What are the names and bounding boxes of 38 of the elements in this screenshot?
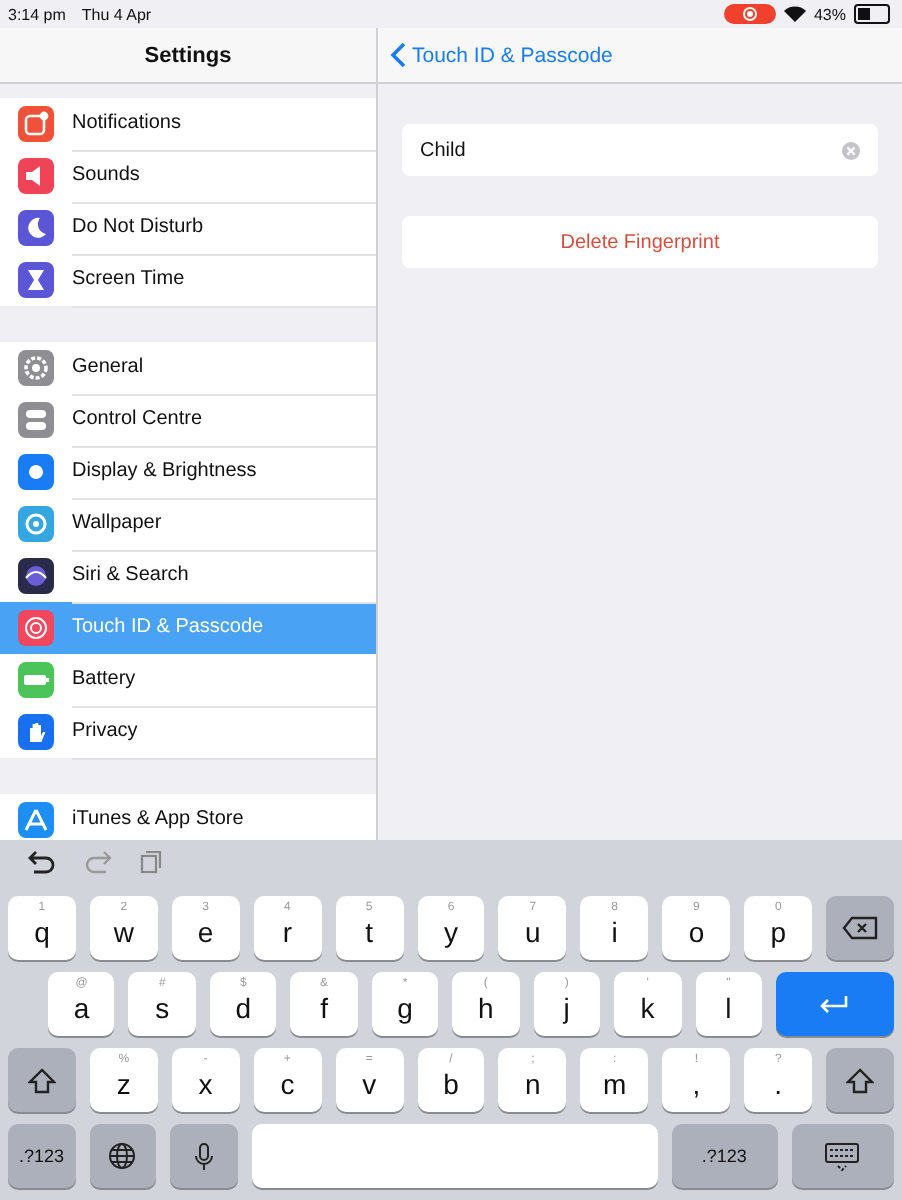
settings-item[interactable]: Notifications [0, 98, 376, 150]
keyboard-icon [824, 1141, 861, 1171]
settings-item[interactable]: Battery [0, 654, 376, 706]
shift-key[interactable] [826, 1048, 894, 1112]
delete-key[interactable] [826, 896, 894, 960]
hide-keyboard-key[interactable] [791, 1124, 894, 1188]
microphone-icon [193, 1141, 214, 1171]
settings-item[interactable]: Control Centre [0, 394, 376, 446]
symbols-key[interactable]: .?123 [671, 1124, 778, 1188]
shift-icon [846, 1067, 875, 1093]
delete-icon [842, 916, 879, 940]
shift-icon [27, 1067, 56, 1093]
return-key[interactable] [775, 972, 894, 1036]
settings-item[interactable]: Privacy [0, 706, 376, 758]
chevron-left-icon [390, 42, 406, 68]
globe-key[interactable] [89, 1124, 156, 1188]
battery-icon [854, 4, 890, 24]
status-time: 3:14 pm [8, 5, 66, 23]
symbols-key[interactable]: .?123 [8, 1124, 75, 1188]
sidebar-title: Settings [144, 43, 232, 67]
settings-item[interactable]: Display & Brightness [0, 446, 376, 498]
settings-item[interactable]: Do Not Disturb [0, 202, 376, 254]
settings-item[interactable]: Screen Time [0, 254, 376, 306]
microphone-key[interactable] [170, 1124, 237, 1188]
name-field[interactable]: Child [402, 124, 878, 176]
shift-key[interactable] [8, 1048, 76, 1112]
battery-percent: 43% [813, 5, 846, 23]
settings-item[interactable]: General [0, 342, 376, 394]
clear-icon [842, 141, 860, 159]
settings-item[interactable]: Sounds [0, 150, 376, 202]
globe-icon [108, 1142, 137, 1170]
wifi-icon [783, 6, 806, 22]
settings-item[interactable]: Wallpaper [0, 498, 376, 550]
delete-fingerprint-button[interactable]: Delete Fingerprint [402, 216, 878, 268]
back-button[interactable]: Touch ID & Passcode [390, 42, 613, 68]
status-date: Thu 4 Apr [81, 5, 152, 23]
return-icon [818, 993, 851, 1015]
undo-icon[interactable] [28, 850, 56, 874]
